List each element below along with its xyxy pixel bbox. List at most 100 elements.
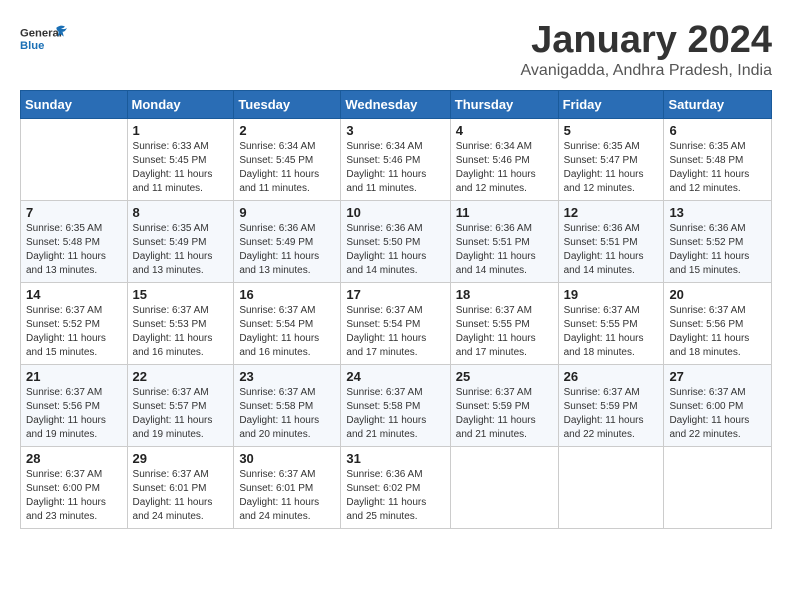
calendar-cell: [450, 446, 558, 528]
day-info: Sunrise: 6:36 AM Sunset: 5:51 PM Dayligh…: [564, 222, 659, 278]
day-number: 9: [239, 205, 335, 220]
calendar-cell: 19 Sunrise: 6:37 AM Sunset: 5:55 PM Dayli…: [558, 282, 664, 364]
day-number: 1: [133, 123, 229, 138]
day-number: 21: [26, 369, 122, 384]
day-info: Sunrise: 6:35 AM Sunset: 5:47 PM Dayligh…: [564, 140, 659, 196]
calendar-cell: 30 Sunrise: 6:37 AM Sunset: 6:01 PM Dayli…: [234, 446, 341, 528]
day-info: Sunrise: 6:33 AM Sunset: 5:45 PM Dayligh…: [133, 140, 229, 196]
day-number: 7: [26, 205, 122, 220]
day-number: 3: [346, 123, 444, 138]
calendar-cell: 26 Sunrise: 6:37 AM Sunset: 5:59 PM Dayli…: [558, 364, 664, 446]
day-info: Sunrise: 6:37 AM Sunset: 5:55 PM Dayligh…: [564, 304, 659, 360]
day-info: Sunrise: 6:37 AM Sunset: 5:56 PM Dayligh…: [669, 304, 766, 360]
day-info: Sunrise: 6:37 AM Sunset: 6:01 PM Dayligh…: [133, 468, 229, 524]
day-number: 24: [346, 369, 444, 384]
page-header: General Blue January 2024 Avanigadda, An…: [20, 20, 772, 80]
day-info: Sunrise: 6:37 AM Sunset: 6:01 PM Dayligh…: [239, 468, 335, 524]
weekday-header-tuesday: Tuesday: [234, 90, 341, 118]
day-info: Sunrise: 6:34 AM Sunset: 5:46 PM Dayligh…: [456, 140, 553, 196]
weekday-header-thursday: Thursday: [450, 90, 558, 118]
day-number: 17: [346, 287, 444, 302]
calendar-cell: 7 Sunrise: 6:35 AM Sunset: 5:48 PM Daylig…: [21, 200, 128, 282]
location-subtitle: Avanigadda, Andhra Pradesh, India: [521, 62, 772, 80]
calendar-cell: 23 Sunrise: 6:37 AM Sunset: 5:58 PM Dayli…: [234, 364, 341, 446]
calendar-cell: 31 Sunrise: 6:36 AM Sunset: 6:02 PM Dayli…: [341, 446, 450, 528]
day-info: Sunrise: 6:35 AM Sunset: 5:49 PM Dayligh…: [133, 222, 229, 278]
day-info: Sunrise: 6:37 AM Sunset: 5:59 PM Dayligh…: [456, 386, 553, 442]
calendar-cell: 2Sunrise: 6:34 AM Sunset: 5:45 PM Daylig…: [234, 118, 341, 200]
day-info: Sunrise: 6:37 AM Sunset: 5:52 PM Dayligh…: [26, 304, 122, 360]
calendar-body: 1 Sunrise: 6:33 AM Sunset: 5:45 PM Daylig…: [21, 118, 772, 528]
day-number: 10: [346, 205, 444, 220]
day-number: 26: [564, 369, 659, 384]
day-info: Sunrise: 6:37 AM Sunset: 5:56 PM Dayligh…: [26, 386, 122, 442]
week-row: 7 Sunrise: 6:35 AM Sunset: 5:48 PM Daylig…: [21, 200, 772, 282]
day-info: Sunrise: 6:37 AM Sunset: 5:54 PM Dayligh…: [239, 304, 335, 360]
weekday-row: SundayMondayTuesdayWednesdayThursdayFrid…: [21, 90, 772, 118]
week-row: 21 Sunrise: 6:37 AM Sunset: 5:56 PM Dayli…: [21, 364, 772, 446]
calendar-cell: 27 Sunrise: 6:37 AM Sunset: 6:00 PM Dayli…: [664, 364, 772, 446]
calendar-cell: 16 Sunrise: 6:37 AM Sunset: 5:54 PM Dayli…: [234, 282, 341, 364]
calendar-cell: 15Sunrise: 6:37 AM Sunset: 5:53 PM Dayli…: [127, 282, 234, 364]
day-info: Sunrise: 6:37 AM Sunset: 5:59 PM Dayligh…: [564, 386, 659, 442]
day-info: Sunrise: 6:35 AM Sunset: 5:48 PM Dayligh…: [669, 140, 766, 196]
day-number: 11: [456, 205, 553, 220]
day-number: 20: [669, 287, 766, 302]
day-number: 15: [133, 287, 229, 302]
day-info: Sunrise: 6:37 AM Sunset: 6:00 PM Dayligh…: [669, 386, 766, 442]
calendar-cell: 12 Sunrise: 6:36 AM Sunset: 5:51 PM Dayli…: [558, 200, 664, 282]
calendar-header: SundayMondayTuesdayWednesdayThursdayFrid…: [21, 90, 772, 118]
day-info: Sunrise: 6:37 AM Sunset: 5:57 PM Dayligh…: [133, 386, 229, 442]
weekday-header-friday: Friday: [558, 90, 664, 118]
day-number: 22: [133, 369, 229, 384]
day-info: Sunrise: 6:35 AM Sunset: 5:48 PM Dayligh…: [26, 222, 122, 278]
day-info: Sunrise: 6:37 AM Sunset: 6:00 PM Dayligh…: [26, 468, 122, 524]
day-number: 31: [346, 451, 444, 466]
day-info: Sunrise: 6:34 AM Sunset: 5:46 PM Dayligh…: [346, 140, 444, 196]
calendar-cell: 10Sunrise: 6:36 AM Sunset: 5:50 PM Dayli…: [341, 200, 450, 282]
title-block: January 2024 Avanigadda, Andhra Pradesh,…: [521, 20, 772, 80]
day-number: 30: [239, 451, 335, 466]
weekday-header-monday: Monday: [127, 90, 234, 118]
svg-text:Blue: Blue: [20, 40, 44, 52]
calendar-cell: 13Sunrise: 6:36 AM Sunset: 5:52 PM Dayli…: [664, 200, 772, 282]
day-number: 14: [26, 287, 122, 302]
day-info: Sunrise: 6:36 AM Sunset: 5:49 PM Dayligh…: [239, 222, 335, 278]
weekday-header-saturday: Saturday: [664, 90, 772, 118]
calendar-cell: 22 Sunrise: 6:37 AM Sunset: 5:57 PM Dayli…: [127, 364, 234, 446]
logo: General Blue: [20, 20, 70, 60]
day-number: 2: [239, 123, 335, 138]
logo-icon: General Blue: [20, 20, 70, 60]
calendar-table: SundayMondayTuesdayWednesdayThursdayFrid…: [20, 90, 772, 529]
day-number: 6: [669, 123, 766, 138]
weekday-header-wednesday: Wednesday: [341, 90, 450, 118]
svg-text:General: General: [20, 28, 62, 40]
day-number: 28: [26, 451, 122, 466]
day-number: 12: [564, 205, 659, 220]
month-title: January 2024: [521, 20, 772, 62]
calendar-cell: [664, 446, 772, 528]
day-number: 23: [239, 369, 335, 384]
day-number: 19: [564, 287, 659, 302]
calendar-cell: 25Sunrise: 6:37 AM Sunset: 5:59 PM Dayli…: [450, 364, 558, 446]
week-row: 14 Sunrise: 6:37 AM Sunset: 5:52 PM Dayli…: [21, 282, 772, 364]
day-number: 8: [133, 205, 229, 220]
calendar-cell: 1 Sunrise: 6:33 AM Sunset: 5:45 PM Daylig…: [127, 118, 234, 200]
day-info: Sunrise: 6:37 AM Sunset: 5:58 PM Dayligh…: [239, 386, 335, 442]
calendar-cell: 9 Sunrise: 6:36 AM Sunset: 5:49 PM Daylig…: [234, 200, 341, 282]
day-number: 29: [133, 451, 229, 466]
calendar-cell: [21, 118, 128, 200]
day-number: 5: [564, 123, 659, 138]
day-info: Sunrise: 6:37 AM Sunset: 5:54 PM Dayligh…: [346, 304, 444, 360]
day-number: 16: [239, 287, 335, 302]
day-number: 27: [669, 369, 766, 384]
week-row: 1 Sunrise: 6:33 AM Sunset: 5:45 PM Daylig…: [21, 118, 772, 200]
day-info: Sunrise: 6:37 AM Sunset: 5:58 PM Dayligh…: [346, 386, 444, 442]
day-info: Sunrise: 6:36 AM Sunset: 5:52 PM Dayligh…: [669, 222, 766, 278]
day-info: Sunrise: 6:36 AM Sunset: 6:02 PM Dayligh…: [346, 468, 444, 524]
calendar-cell: 6 Sunrise: 6:35 AM Sunset: 5:48 PM Daylig…: [664, 118, 772, 200]
calendar-cell: 4 Sunrise: 6:34 AM Sunset: 5:46 PM Daylig…: [450, 118, 558, 200]
day-number: 4: [456, 123, 553, 138]
calendar-cell: [558, 446, 664, 528]
calendar-cell: 8 Sunrise: 6:35 AM Sunset: 5:49 PM Daylig…: [127, 200, 234, 282]
